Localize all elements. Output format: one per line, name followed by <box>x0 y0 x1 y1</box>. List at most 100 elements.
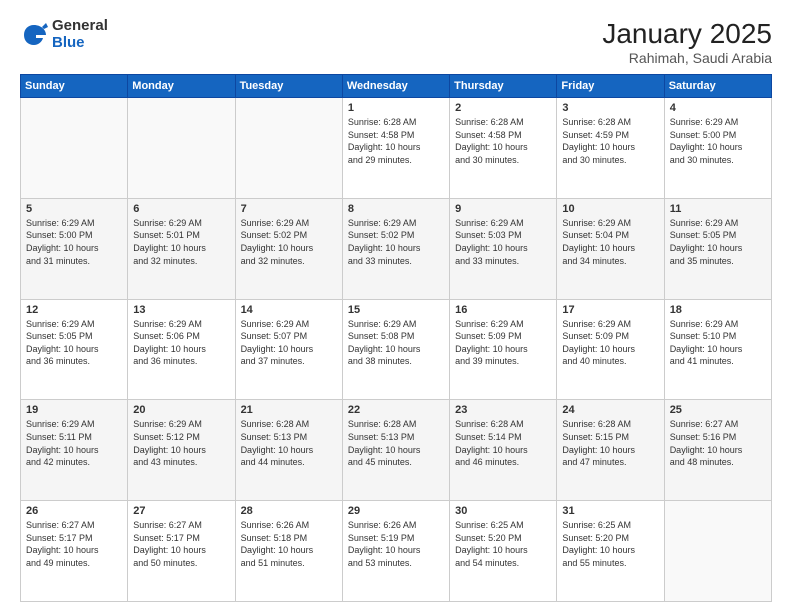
cell-info: Sunrise: 6:29 AM Sunset: 5:09 PM Dayligh… <box>562 318 658 368</box>
day-number: 28 <box>241 505 337 517</box>
day-number: 13 <box>133 304 229 316</box>
cell-info: Sunrise: 6:29 AM Sunset: 5:00 PM Dayligh… <box>670 116 766 166</box>
cell-info: Sunrise: 6:29 AM Sunset: 5:08 PM Dayligh… <box>348 318 444 368</box>
cell-info: Sunrise: 6:27 AM Sunset: 5:16 PM Dayligh… <box>670 418 766 468</box>
logo-general: General <box>52 18 108 35</box>
calendar-cell: 26 Sunrise: 6:27 AM Sunset: 5:17 PM Dayli… <box>21 501 128 602</box>
day-number: 21 <box>241 404 337 416</box>
day-number: 29 <box>348 505 444 517</box>
cell-info: Sunrise: 6:29 AM Sunset: 5:07 PM Dayligh… <box>241 318 337 368</box>
calendar-cell: 13Sunrise: 6:29 AM Sunset: 5:06 PM Dayli… <box>128 299 235 400</box>
calendar-cell: 2 Sunrise: 6:28 AM Sunset: 4:58 PM Daylig… <box>450 98 557 199</box>
day-number: 9 <box>455 203 551 215</box>
day-number: 6 <box>133 203 229 215</box>
calendar-cell: 3Sunrise: 6:28 AM Sunset: 4:59 PM Daylig… <box>557 98 664 199</box>
calendar-cell: 16 Sunrise: 6:29 AM Sunset: 5:09 PM Dayli… <box>450 299 557 400</box>
day-number: 2 <box>455 102 551 114</box>
day-number: 22 <box>348 404 444 416</box>
cell-info: Sunrise: 6:26 AM Sunset: 5:18 PM Dayligh… <box>241 519 337 569</box>
weekday-sunday: Sunday <box>21 75 128 98</box>
day-number: 4 <box>670 102 766 114</box>
day-number: 15 <box>348 304 444 316</box>
cell-info: Sunrise: 6:29 AM Sunset: 5:11 PM Dayligh… <box>26 418 122 468</box>
day-number: 25 <box>670 404 766 416</box>
calendar-cell: 5 Sunrise: 6:29 AM Sunset: 5:00 PM Daylig… <box>21 198 128 299</box>
day-number: 8 <box>348 203 444 215</box>
weekday-monday: Monday <box>128 75 235 98</box>
day-number: 19 <box>26 404 122 416</box>
calendar-cell: 4 Sunrise: 6:29 AM Sunset: 5:00 PM Daylig… <box>664 98 771 199</box>
cell-info: Sunrise: 6:26 AM Sunset: 5:19 PM Dayligh… <box>348 519 444 569</box>
month-year: January 2025 <box>602 18 772 50</box>
title-block: January 2025 Rahimah, Saudi Arabia <box>602 18 772 66</box>
calendar-cell: 27 Sunrise: 6:27 AM Sunset: 5:17 PM Dayli… <box>128 501 235 602</box>
calendar-cell: 7Sunrise: 6:29 AM Sunset: 5:02 PM Daylig… <box>235 198 342 299</box>
calendar-cell: 20Sunrise: 6:29 AM Sunset: 5:12 PM Dayli… <box>128 400 235 501</box>
weekday-saturday: Saturday <box>664 75 771 98</box>
calendar-cell: 11Sunrise: 6:29 AM Sunset: 5:05 PM Dayli… <box>664 198 771 299</box>
calendar-cell: 9 Sunrise: 6:29 AM Sunset: 5:03 PM Daylig… <box>450 198 557 299</box>
day-number: 1 <box>348 102 444 114</box>
week-row-0: 1 Sunrise: 6:28 AM Sunset: 4:58 PM Daylig… <box>21 98 772 199</box>
cell-info: Sunrise: 6:28 AM Sunset: 4:59 PM Dayligh… <box>562 116 658 166</box>
week-row-3: 19 Sunrise: 6:29 AM Sunset: 5:11 PM Dayli… <box>21 400 772 501</box>
calendar-cell: 15 Sunrise: 6:29 AM Sunset: 5:08 PM Dayli… <box>342 299 449 400</box>
calendar-cell: 8Sunrise: 6:29 AM Sunset: 5:02 PM Daylig… <box>342 198 449 299</box>
cell-info: Sunrise: 6:29 AM Sunset: 5:09 PM Dayligh… <box>455 318 551 368</box>
calendar-cell: 22 Sunrise: 6:28 AM Sunset: 5:13 PM Dayli… <box>342 400 449 501</box>
cell-info: Sunrise: 6:29 AM Sunset: 5:04 PM Dayligh… <box>562 217 658 267</box>
day-number: 27 <box>133 505 229 517</box>
calendar-cell: 14Sunrise: 6:29 AM Sunset: 5:07 PM Dayli… <box>235 299 342 400</box>
cell-info: Sunrise: 6:27 AM Sunset: 5:17 PM Dayligh… <box>26 519 122 569</box>
day-number: 5 <box>26 203 122 215</box>
cell-info: Sunrise: 6:29 AM Sunset: 5:10 PM Dayligh… <box>670 318 766 368</box>
calendar-cell <box>21 98 128 199</box>
calendar-cell: 24Sunrise: 6:28 AM Sunset: 5:15 PM Dayli… <box>557 400 664 501</box>
calendar-cell: 10 Sunrise: 6:29 AM Sunset: 5:04 PM Dayli… <box>557 198 664 299</box>
logo: General Blue <box>20 18 108 51</box>
calendar-cell <box>128 98 235 199</box>
calendar-cell: 21 Sunrise: 6:28 AM Sunset: 5:13 PM Dayli… <box>235 400 342 501</box>
cell-info: Sunrise: 6:29 AM Sunset: 5:03 PM Dayligh… <box>455 217 551 267</box>
calendar-cell: 1 Sunrise: 6:28 AM Sunset: 4:58 PM Daylig… <box>342 98 449 199</box>
cell-info: Sunrise: 6:25 AM Sunset: 5:20 PM Dayligh… <box>455 519 551 569</box>
day-number: 17 <box>562 304 658 316</box>
location: Rahimah, Saudi Arabia <box>602 50 772 66</box>
calendar-cell: 18Sunrise: 6:29 AM Sunset: 5:10 PM Dayli… <box>664 299 771 400</box>
cell-info: Sunrise: 6:28 AM Sunset: 5:14 PM Dayligh… <box>455 418 551 468</box>
calendar-cell: 31Sunrise: 6:25 AM Sunset: 5:20 PM Dayli… <box>557 501 664 602</box>
calendar-cell: 17 Sunrise: 6:29 AM Sunset: 5:09 PM Dayli… <box>557 299 664 400</box>
cell-info: Sunrise: 6:28 AM Sunset: 4:58 PM Dayligh… <box>455 116 551 166</box>
logo-text: General Blue <box>52 18 108 51</box>
logo-icon <box>20 21 48 49</box>
cell-info: Sunrise: 6:29 AM Sunset: 5:01 PM Dayligh… <box>133 217 229 267</box>
day-number: 12 <box>26 304 122 316</box>
cell-info: Sunrise: 6:29 AM Sunset: 5:00 PM Dayligh… <box>26 217 122 267</box>
weekday-thursday: Thursday <box>450 75 557 98</box>
week-row-1: 5 Sunrise: 6:29 AM Sunset: 5:00 PM Daylig… <box>21 198 772 299</box>
day-number: 30 <box>455 505 551 517</box>
day-number: 16 <box>455 304 551 316</box>
calendar-cell: 29 Sunrise: 6:26 AM Sunset: 5:19 PM Dayli… <box>342 501 449 602</box>
calendar-cell: 30 Sunrise: 6:25 AM Sunset: 5:20 PM Dayli… <box>450 501 557 602</box>
day-number: 10 <box>562 203 658 215</box>
weekday-wednesday: Wednesday <box>342 75 449 98</box>
week-row-4: 26 Sunrise: 6:27 AM Sunset: 5:17 PM Dayli… <box>21 501 772 602</box>
day-number: 31 <box>562 505 658 517</box>
cell-info: Sunrise: 6:28 AM Sunset: 5:13 PM Dayligh… <box>241 418 337 468</box>
logo-blue: Blue <box>52 35 108 52</box>
calendar-cell: 6 Sunrise: 6:29 AM Sunset: 5:01 PM Daylig… <box>128 198 235 299</box>
cell-info: Sunrise: 6:28 AM Sunset: 5:13 PM Dayligh… <box>348 418 444 468</box>
calendar-cell: 19 Sunrise: 6:29 AM Sunset: 5:11 PM Dayli… <box>21 400 128 501</box>
day-number: 26 <box>26 505 122 517</box>
day-number: 24 <box>562 404 658 416</box>
weekday-tuesday: Tuesday <box>235 75 342 98</box>
cell-info: Sunrise: 6:27 AM Sunset: 5:17 PM Dayligh… <box>133 519 229 569</box>
day-number: 7 <box>241 203 337 215</box>
cell-info: Sunrise: 6:28 AM Sunset: 4:58 PM Dayligh… <box>348 116 444 166</box>
weekday-friday: Friday <box>557 75 664 98</box>
calendar-table: SundayMondayTuesdayWednesdayThursdayFrid… <box>20 74 772 602</box>
calendar-cell: 23Sunrise: 6:28 AM Sunset: 5:14 PM Dayli… <box>450 400 557 501</box>
calendar-cell: 12Sunrise: 6:29 AM Sunset: 5:05 PM Dayli… <box>21 299 128 400</box>
page: General Blue January 2025 Rahimah, Saudi… <box>0 0 792 612</box>
